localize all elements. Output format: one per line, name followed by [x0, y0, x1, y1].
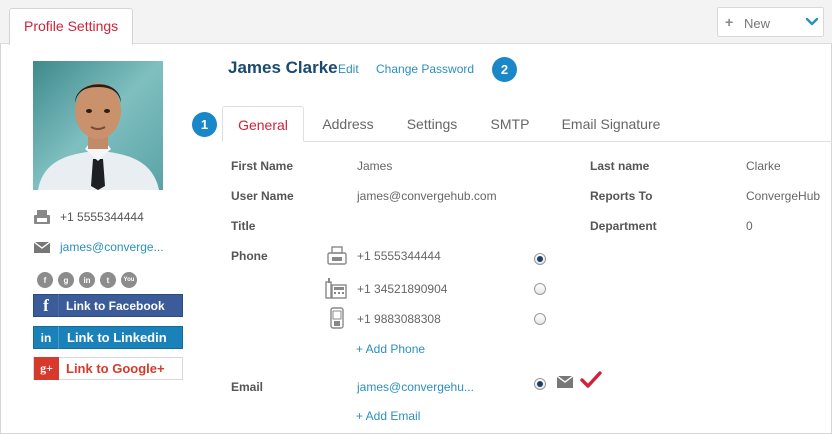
tab-settings[interactable]: Settings: [396, 106, 468, 142]
tab-general[interactable]: General: [222, 106, 304, 142]
first-name-value: James: [357, 159, 393, 173]
department-label: Department: [590, 219, 657, 233]
fax-icon: [34, 210, 50, 224]
new-label: New: [744, 16, 771, 31]
office-phone-icon: [325, 278, 347, 299]
tab-email-signature[interactable]: Email Signature: [552, 106, 670, 142]
phone-primary-radio-3[interactable]: [534, 313, 546, 325]
email-value-link[interactable]: james@convergehu...: [357, 380, 474, 394]
tab-profile-settings[interactable]: Profile Settings: [9, 8, 133, 45]
link-facebook-label: Link to Facebook: [66, 298, 165, 313]
plus-icon: +: [725, 14, 734, 30]
department-value: 0: [746, 219, 753, 233]
sidebar-email-link[interactable]: james@converge...: [60, 240, 164, 254]
youtube-icon[interactable]: You: [121, 272, 137, 288]
link-facebook-button[interactable]: f Link to Facebook: [33, 294, 183, 317]
google-plus-icon[interactable]: g: [58, 272, 74, 288]
step-badge-1: 1: [192, 112, 217, 137]
phone-number-2: +1 34521890904: [357, 282, 448, 296]
reports-to-value: ConvergeHub: [746, 189, 821, 203]
sidebar-phone-row: +1 5555344444: [33, 208, 144, 226]
linkedin-icon: in: [34, 326, 59, 349]
sidebar-email-row: james@converge...: [33, 238, 164, 256]
tab-address[interactable]: Address: [312, 106, 384, 142]
google-plus-icon: g+: [34, 357, 59, 380]
edit-link[interactable]: Edit: [338, 62, 359, 76]
link-google-label: Link to Google+: [66, 361, 165, 376]
email-primary-radio[interactable]: [534, 378, 546, 390]
reports-to-label: Reports To: [590, 189, 653, 203]
social-icons: f g in t You: [37, 272, 137, 288]
facebook-icon: f: [34, 294, 59, 317]
avatar: [33, 61, 163, 190]
checkmark-icon: [580, 371, 602, 388]
linkedin-icon[interactable]: in: [79, 272, 95, 288]
new-dropdown-button[interactable]: + New: [717, 7, 824, 37]
phone-number-1: +1 5555344444: [357, 249, 441, 263]
twitter-icon[interactable]: t: [100, 272, 116, 288]
phone-label: Phone: [231, 249, 268, 263]
link-linkedin-button[interactable]: in Link to Linkedin: [33, 326, 183, 349]
phone-primary-radio-1[interactable]: [534, 253, 546, 265]
chevron-down-icon: [805, 17, 819, 26]
sidebar-phone: +1 5555344444: [60, 210, 144, 224]
user-name-value: james@convergehub.com: [357, 189, 497, 203]
last-name-label: Last name: [590, 159, 650, 173]
link-linkedin-label: Link to Linkedin: [67, 330, 167, 345]
add-email-link[interactable]: + Add Email: [356, 409, 420, 423]
email-label: Email: [231, 380, 264, 394]
fax-icon: [327, 246, 347, 265]
envelope-icon: [33, 241, 51, 253]
mobile-phone-icon: [330, 307, 344, 329]
change-password-link[interactable]: Change Password: [376, 62, 474, 76]
facebook-icon[interactable]: f: [37, 272, 53, 288]
first-name-label: First Name: [231, 159, 294, 173]
tab-smtp[interactable]: SMTP: [480, 106, 540, 142]
phone-primary-radio-2[interactable]: [534, 283, 546, 295]
step-badge-2: 2: [492, 57, 517, 82]
title-label: Title: [231, 219, 256, 233]
user-name-label: User Name: [231, 189, 294, 203]
envelope-icon[interactable]: [557, 375, 573, 389]
add-phone-link[interactable]: + Add Phone: [356, 342, 425, 356]
link-google-button[interactable]: g+ Link to Google+: [33, 357, 183, 380]
user-full-name: James Clarke: [228, 58, 338, 77]
last-name-value: Clarke: [746, 159, 781, 173]
phone-number-3: +1 9883088308: [357, 312, 441, 326]
